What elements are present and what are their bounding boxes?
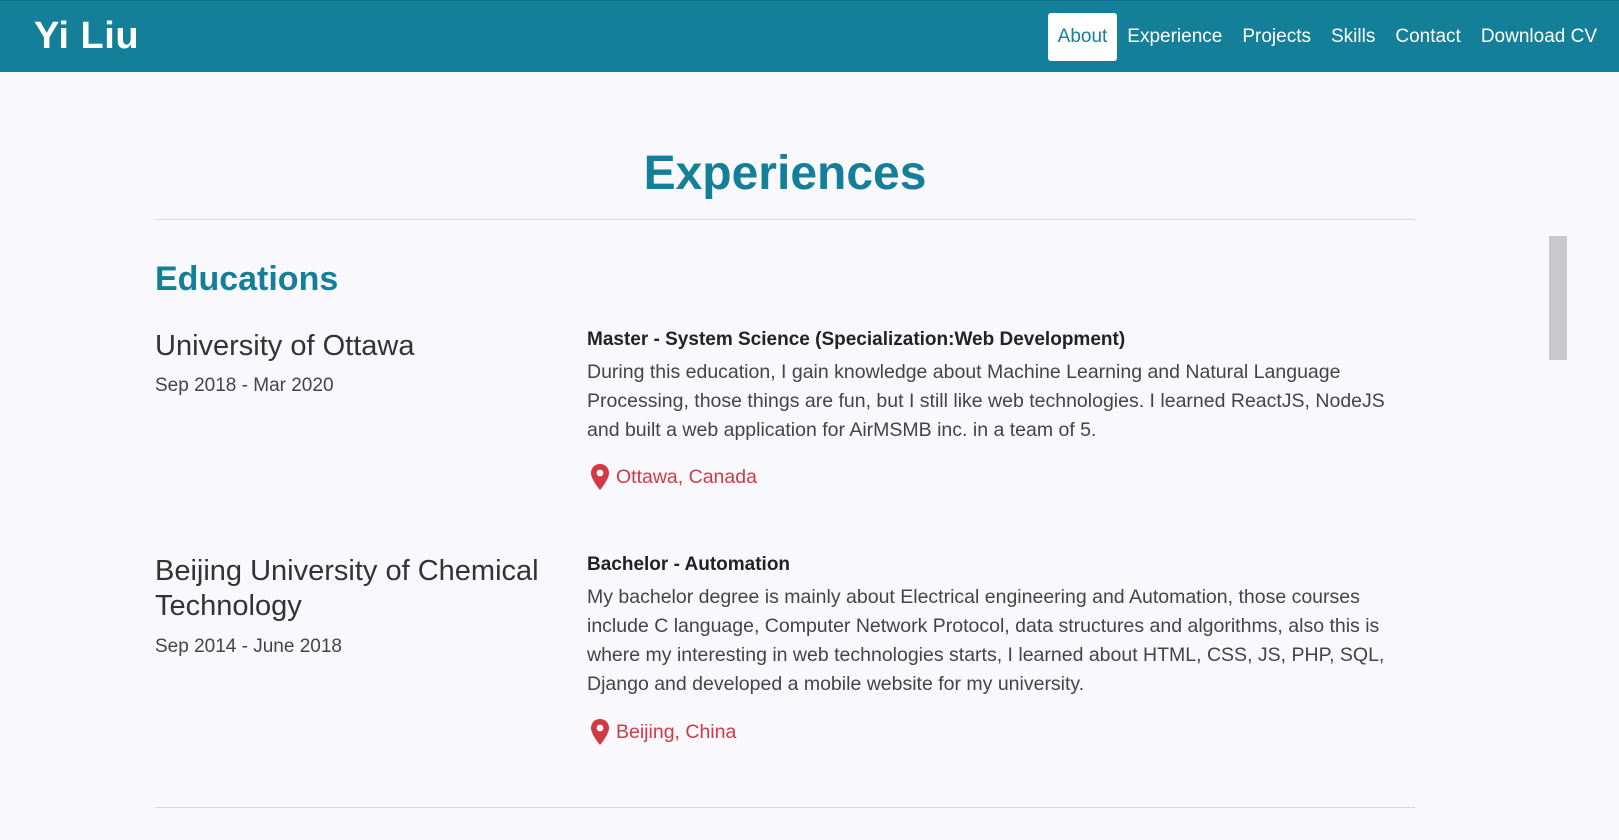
location-label: Beijing, China <box>616 720 737 743</box>
degree-title: Master - System Science (Specialization:… <box>587 329 1126 350</box>
map-pin-icon <box>591 719 609 745</box>
education-description: During this education, I gain knowledge … <box>587 361 1385 441</box>
education-description: My bachelor degree is mainly about Elect… <box>587 586 1385 695</box>
nav-links: About Experience Projects Skills Contact… <box>1047 13 1619 61</box>
map-pin-icon <box>591 464 609 490</box>
nav-link-about[interactable]: About <box>1047 13 1118 61</box>
section-title: Educations <box>155 260 339 298</box>
nav-link-contact[interactable]: Contact <box>1385 13 1470 61</box>
school-name: Beijing University of Chemical Technolog… <box>155 555 539 622</box>
location: Ottawa, Canada <box>587 463 757 491</box>
divider <box>155 219 1415 220</box>
divider <box>155 807 1415 808</box>
education-dates: Sep 2018 - Mar 2020 <box>155 375 334 396</box>
brand-logo[interactable]: Yi Liu <box>34 15 139 58</box>
nav-link-experience[interactable]: Experience <box>1117 13 1232 61</box>
page-title: Experiences <box>643 147 927 200</box>
nav-link-skills[interactable]: Skills <box>1321 13 1385 61</box>
nav-link-projects[interactable]: Projects <box>1232 13 1321 61</box>
scrollbar-thumb[interactable] <box>1549 236 1567 360</box>
top-navbar: Yi Liu About Experience Projects Skills … <box>0 0 1619 72</box>
location: Beijing, China <box>587 718 736 746</box>
location-label: Ottawa, Canada <box>616 465 757 488</box>
degree-title: Bachelor - Automation <box>587 554 791 575</box>
nav-link-download-cv[interactable]: Download CV <box>1471 13 1607 61</box>
education-dates: Sep 2014 - June 2018 <box>155 636 342 657</box>
school-name: University of Ottawa <box>155 330 415 362</box>
